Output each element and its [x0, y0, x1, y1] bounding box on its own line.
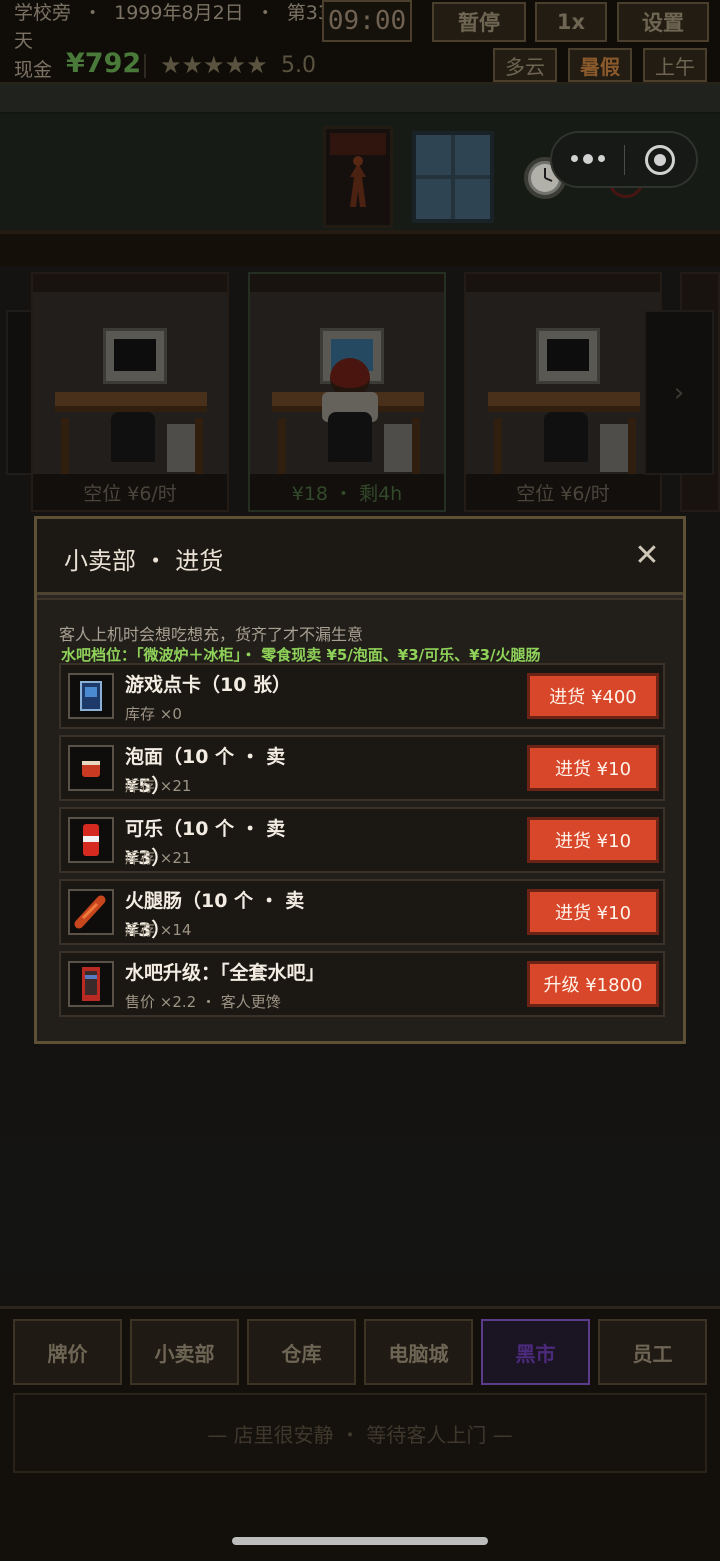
separator: ・ — [83, 2, 103, 24]
tab-computer-mall[interactable]: 电脑城 — [364, 1319, 473, 1385]
game-card-icon — [68, 673, 114, 719]
item-name: 水吧升级：「全套水吧」 — [125, 962, 325, 984]
weather-badge: 多云 — [493, 48, 557, 82]
noodle-icon — [68, 745, 114, 791]
game-clock: 09:00 — [322, 0, 412, 42]
tier-info: 水吧档位：「微波炉＋冰柜」・ 零食现卖 ¥5/泡面、¥3/可乐、¥3/火腿肠 — [61, 646, 541, 664]
item-stock: 库存 ×21 — [125, 849, 192, 867]
item-name: 游戏点卡（10 张） — [125, 674, 292, 696]
list-item: 火腿肠（10 个 ・ 卖 ¥3） 库存 ×14 进货 ¥10 — [59, 879, 665, 945]
period-badge: 上午 — [643, 48, 707, 82]
list-item: 水吧升级：「全套水吧」 售价 ×2.2 ・ 客人更馋 升级 ¥1800 — [59, 951, 665, 1017]
rating-value: 5.0 — [281, 53, 316, 78]
item-stock: 库存 ×14 — [125, 921, 192, 939]
item-stock: 库存 ×0 — [125, 705, 182, 723]
item-stock: 库存 ×21 — [125, 777, 192, 795]
item-stock: 售价 ×2.2 ・ 客人更馋 — [125, 993, 281, 1011]
list-item: 游戏点卡（10 张） 库存 ×0 进货 ¥400 — [59, 663, 665, 729]
divider — [144, 54, 146, 78]
tab-staff[interactable]: 员工 — [598, 1319, 707, 1385]
season-badge: 暑假 — [568, 48, 632, 82]
tab-prices[interactable]: 牌价 — [13, 1319, 122, 1385]
shop-restock-dialog: 小卖部 ・ 进货 ✕ 客人上机时会想吃想充，货齐了才不漏生意 水吧档位：「微波炉… — [34, 516, 686, 1044]
separator: ・ — [255, 2, 275, 24]
date-text: 1999年8月2日 — [114, 2, 244, 24]
home-indicator[interactable] — [232, 1537, 488, 1545]
sausage-icon — [68, 889, 114, 935]
pause-button[interactable]: 暂停 — [432, 2, 526, 42]
rating-stars: ★★★★★ — [160, 51, 268, 79]
tab-snack-shop[interactable]: 小卖部 — [130, 1319, 239, 1385]
date-line: 学校旁 ・ 1999年8月2日 ・ 第33 — [14, 0, 330, 25]
restock-button[interactable]: 进货 ¥400 — [527, 673, 659, 719]
cola-icon — [68, 817, 114, 863]
speed-button[interactable]: 1x — [535, 2, 607, 42]
cash-value: ¥792 — [66, 48, 142, 79]
location-text: 学校旁 — [14, 2, 72, 24]
tab-black-market[interactable]: 黑市 — [481, 1319, 590, 1385]
day-suffix: 天 — [14, 30, 34, 52]
restock-button[interactable]: 进货 ¥10 — [527, 817, 659, 863]
fridge-icon — [68, 961, 114, 1007]
upgrade-button[interactable]: 升级 ¥1800 — [527, 961, 659, 1007]
dialog-header: 小卖部 ・ 进货 ✕ — [37, 519, 683, 595]
dialog-body: 客人上机时会想吃想充，货齐了才不漏生意 水吧档位：「微波炉＋冰柜」・ 零食现卖 … — [37, 598, 683, 1041]
tab-warehouse[interactable]: 仓库 — [247, 1319, 356, 1385]
close-icon[interactable]: ✕ — [629, 537, 665, 573]
restock-button[interactable]: 进货 ¥10 — [527, 889, 659, 935]
list-item: 可乐（10 个 ・ 卖 ¥3） 库存 ×21 进货 ¥10 — [59, 807, 665, 873]
settings-button[interactable]: 设置 — [617, 2, 709, 42]
list-item: 泡面（10 个 ・ 卖 ¥5） 库存 ×21 进货 ¥10 — [59, 735, 665, 801]
dialog-description: 客人上机时会想吃想充，货齐了才不漏生意 — [59, 625, 364, 644]
restock-button[interactable]: 进货 ¥10 — [527, 745, 659, 791]
top-hud: 学校旁 ・ 1999年8月2日 ・ 第33 天 现金 ¥792 ★★★★★ 5.… — [0, 0, 720, 84]
cash-label: 现金 — [14, 59, 53, 81]
status-message: — 店里很安静 ・ 等待客人上门 — — [13, 1393, 707, 1473]
dialog-title: 小卖部 ・ 进货 — [64, 547, 224, 575]
